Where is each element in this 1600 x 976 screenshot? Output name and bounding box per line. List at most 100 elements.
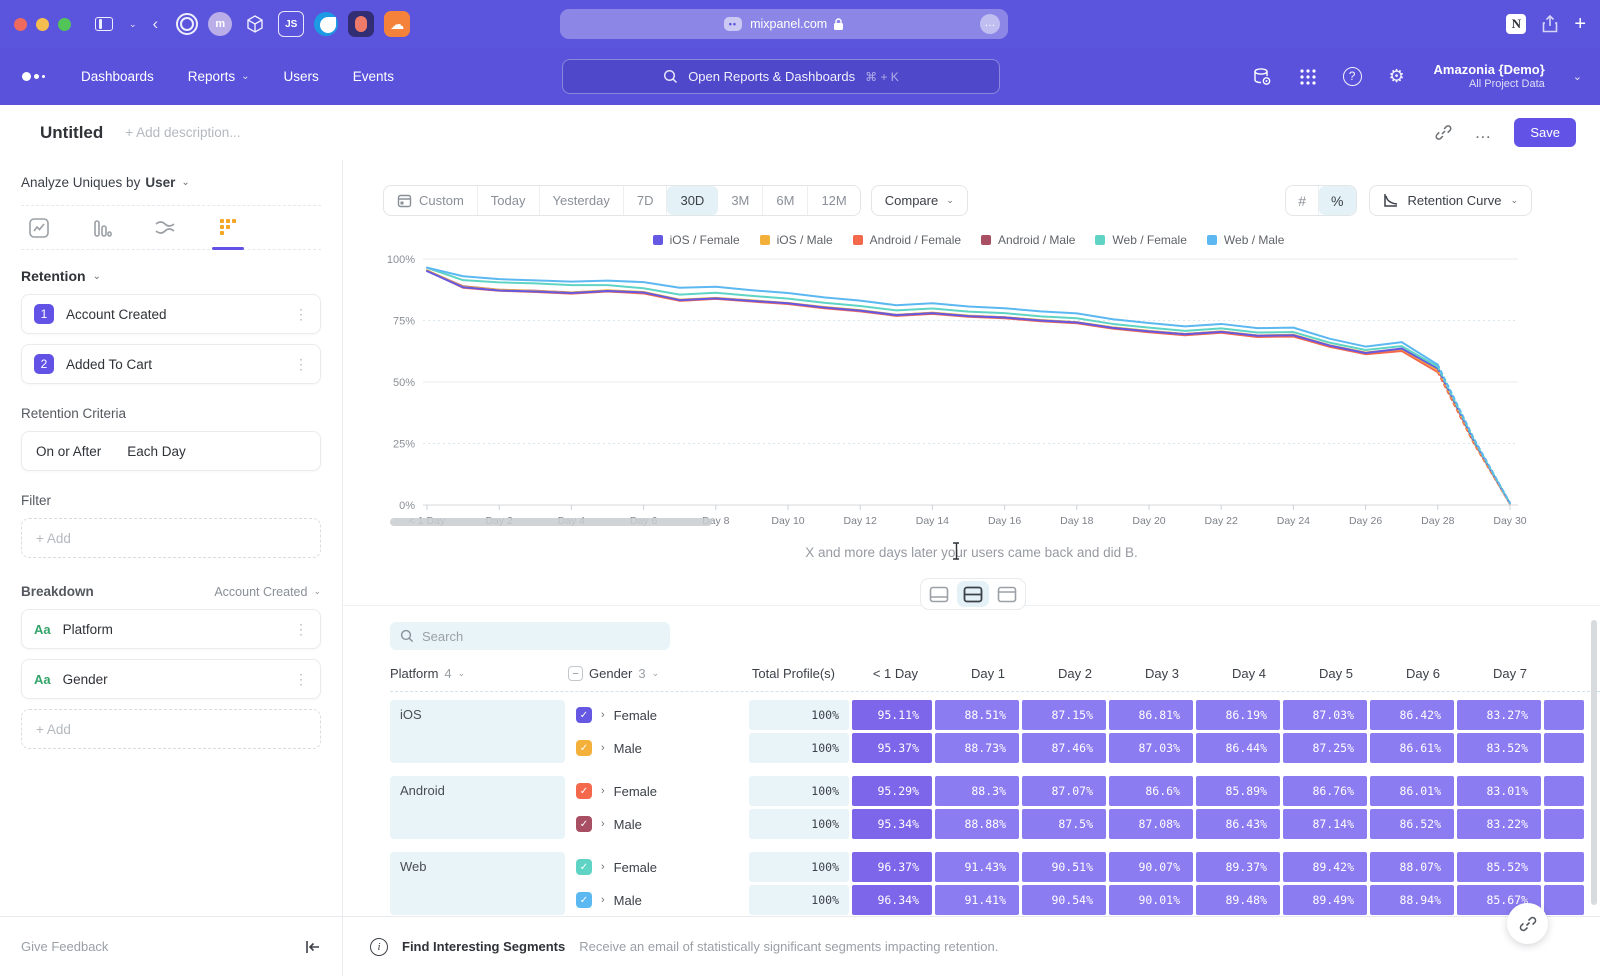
column-header-day[interactable]: Day 3 [1109, 666, 1193, 681]
range-7d[interactable]: 7D [624, 186, 668, 215]
segments-cta-title[interactable]: Find Interesting Segments [402, 939, 565, 954]
column-header-gender[interactable]: − Gender3⌄ [568, 666, 746, 681]
retention-cell[interactable]: 85.89% [1196, 776, 1280, 806]
expand-chevron-icon[interactable]: › [601, 818, 605, 830]
event-step-added-to-cart[interactable]: 2 Added To Cart ⋮ [21, 344, 321, 384]
column-header-day[interactable]: Day 5 [1283, 666, 1367, 681]
retention-cell[interactable]: 88.07% [1370, 852, 1454, 882]
legend-item[interactable]: Web / Male [1207, 233, 1284, 247]
platform-cell[interactable]: iOS [390, 700, 565, 763]
apps-grid-icon[interactable] [1297, 66, 1319, 88]
range-today[interactable]: Today [478, 186, 540, 215]
gender-cell-female[interactable]: ✓›Female [568, 776, 746, 806]
gender-cell-male[interactable]: ✓›Male [568, 809, 746, 839]
global-search-input[interactable]: Open Reports & Dashboards ⌘ + K [562, 59, 1000, 94]
series-checkbox[interactable]: ✓ [576, 707, 592, 723]
horizontal-scrollbar[interactable] [390, 518, 712, 526]
retention-cell[interactable]: 96.37% [852, 852, 932, 882]
layout-split-button[interactable] [957, 581, 989, 607]
retention-cell[interactable]: 96.34% [852, 885, 932, 915]
extension-red-icon[interactable] [348, 11, 374, 37]
retention-cell[interactable]: 88.94% [1370, 885, 1454, 915]
range-12m[interactable]: 12M [808, 186, 859, 215]
retention-cell[interactable]: 90.54% [1022, 885, 1106, 915]
extension-target-icon[interactable] [176, 13, 198, 35]
column-header-total[interactable]: Total Profile(s) [749, 666, 849, 681]
series-line-web-female[interactable] [427, 268, 1438, 367]
absolute-numbers-toggle[interactable]: # [1286, 186, 1319, 215]
notion-tab-icon[interactable]: N [1506, 14, 1526, 34]
retention-cell[interactable]: 83.22% [1457, 809, 1541, 839]
layout-table-focus-button[interactable] [991, 581, 1023, 607]
platform-cell[interactable]: Android [390, 776, 565, 839]
kebab-menu-icon[interactable]: ⋮ [294, 306, 308, 323]
gender-cell-male[interactable]: ✓›Male [568, 885, 746, 915]
retention-cell[interactable]: 85.52% [1457, 852, 1541, 882]
retention-section-header[interactable]: Retention⌄ [21, 268, 321, 284]
window-controls[interactable] [14, 18, 71, 31]
legend-item[interactable]: iOS / Female [653, 233, 740, 247]
compare-button[interactable]: Compare⌄ [871, 185, 968, 216]
retention-cell[interactable]: 95.34% [852, 809, 932, 839]
column-header-day[interactable]: Day 7 [1457, 666, 1541, 681]
breakdown-item-platform[interactable]: Aa Platform ⋮ [21, 609, 321, 649]
tab-insights[interactable] [21, 207, 57, 249]
retention-cell[interactable]: 86.44% [1196, 733, 1280, 763]
retention-cell[interactable]: 87.07% [1022, 776, 1106, 806]
vertical-scrollbar[interactable] [1591, 620, 1597, 905]
settings-gear-icon[interactable]: ⚙ [1386, 66, 1408, 88]
tab-retention[interactable] [210, 207, 246, 249]
retention-cell[interactable]: 90.51% [1022, 852, 1106, 882]
range-yesterday[interactable]: Yesterday [540, 186, 624, 215]
retention-cell[interactable]: 88.88% [935, 809, 1019, 839]
retention-cell[interactable]: 87.03% [1109, 733, 1193, 763]
nav-item-users[interactable]: Users [283, 69, 318, 84]
retention-cell[interactable]: 89.49% [1283, 885, 1367, 915]
extension-globe-icon[interactable] [314, 12, 338, 36]
layout-chart-focus-button[interactable] [923, 581, 955, 607]
retention-cell[interactable]: 89.42% [1283, 852, 1367, 882]
legend-item[interactable]: Android / Male [981, 233, 1075, 247]
retention-cell[interactable]: 87.25% [1283, 733, 1367, 763]
retention-cell[interactable]: 91.43% [935, 852, 1019, 882]
retention-line-chart[interactable]: 100%75%50%25%0%< 1 DayDay 2Day 4Day 6Day… [343, 248, 1600, 538]
column-header-platform[interactable]: Platform4⌄ [390, 666, 565, 681]
criteria-on-or-after[interactable]: On or After [36, 444, 101, 459]
extension-cloud-icon[interactable]: ☁ [384, 11, 410, 37]
breakdown-item-gender[interactable]: Aa Gender ⋮ [21, 659, 321, 699]
browser-sidebar-icon[interactable] [95, 17, 113, 31]
series-checkbox[interactable]: ✓ [576, 783, 592, 799]
retention-cell[interactable]: 88.73% [935, 733, 1019, 763]
column-header-day[interactable]: < 1 Day [852, 666, 932, 681]
expand-chevron-icon[interactable]: › [601, 894, 605, 906]
gender-cell-female[interactable]: ✓›Female [568, 852, 746, 882]
platform-cell[interactable]: Web [390, 852, 565, 915]
expand-chevron-icon[interactable]: › [601, 785, 605, 797]
minimize-window-button[interactable] [36, 18, 49, 31]
extension-js-icon[interactable]: JS [278, 11, 304, 37]
save-button[interactable]: Save [1514, 118, 1576, 147]
new-tab-icon[interactable]: + [1574, 13, 1586, 36]
range-30d[interactable]: 30D [667, 186, 718, 215]
data-management-icon[interactable] [1251, 66, 1273, 88]
column-header-day[interactable]: Day 2 [1022, 666, 1106, 681]
kebab-menu-icon[interactable]: ⋮ [294, 621, 308, 638]
retention-cell[interactable]: 95.11% [852, 700, 932, 730]
add-breakdown-button[interactable]: + Add [21, 709, 321, 749]
retention-criteria-selector[interactable]: On or After Each Day [21, 431, 321, 471]
kebab-menu-icon[interactable]: ⋮ [294, 671, 308, 688]
retention-cell[interactable]: 91.41% [935, 885, 1019, 915]
retention-cell[interactable]: 87.14% [1283, 809, 1367, 839]
retention-cell[interactable]: 95.37% [852, 733, 932, 763]
expand-chevron-icon[interactable]: › [601, 709, 605, 721]
series-checkbox[interactable]: ✓ [576, 740, 592, 756]
analyze-uniques-selector[interactable]: Analyze Uniques by User ⌄ [21, 160, 321, 206]
breakdown-event-selector[interactable]: Account Created⌄ [214, 585, 321, 599]
retention-cell[interactable]: 83.01% [1457, 776, 1541, 806]
kebab-menu-icon[interactable]: ⋮ [294, 356, 308, 373]
expand-chevron-icon[interactable]: › [601, 861, 605, 873]
add-filter-button[interactable]: + Add [21, 518, 321, 558]
mixpanel-logo[interactable] [22, 72, 45, 81]
series-line-web-male[interactable] [427, 268, 1438, 365]
retention-cell[interactable]: 86.42% [1370, 700, 1454, 730]
